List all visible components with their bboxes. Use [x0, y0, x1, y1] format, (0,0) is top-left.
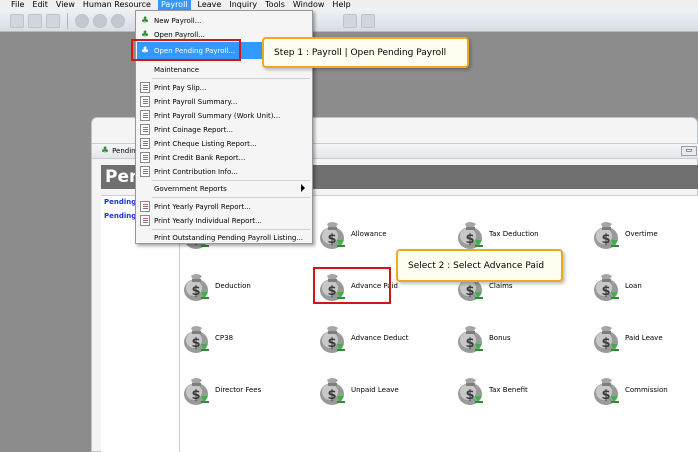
svg-text:$: $	[465, 284, 474, 299]
money-bag-icon: $	[180, 322, 212, 354]
svg-text:$: $	[327, 336, 336, 351]
print-icon[interactable]	[343, 13, 357, 28]
grid-item-paid-leave[interactable]: $ Paid Leave	[590, 321, 698, 355]
document-icon	[140, 215, 150, 226]
money-bag-icon: $	[454, 322, 486, 354]
copy-icon[interactable]	[28, 13, 42, 28]
money-bag-icon: $	[590, 270, 622, 302]
money-bag-icon: $	[454, 218, 486, 250]
highlight-advance-paid	[313, 267, 391, 304]
money-bag-icon: $	[590, 374, 622, 406]
svg-text:$: $	[465, 388, 474, 403]
submenu-arrow-icon	[301, 184, 305, 192]
menu-human-resource[interactable]: Human Resource	[82, 0, 152, 10]
money-bag-icon: $	[180, 270, 212, 302]
toolbar	[0, 10, 698, 32]
money-bag-icon: $	[316, 218, 348, 250]
svg-text:$: $	[601, 232, 610, 247]
grid-item-bonus[interactable]: $ Bonus	[454, 321, 584, 355]
grid-item-commission[interactable]: $ Commission	[590, 373, 698, 407]
grid-item-tax-deduction[interactable]: $ Tax Deduction	[454, 217, 584, 251]
document-icon	[140, 166, 150, 177]
money-bag-icon: $	[454, 374, 486, 406]
grid-item-director-fees[interactable]: $ Director Fees	[180, 373, 310, 407]
menu-file[interactable]: File	[10, 0, 25, 10]
callout-step-2: Select 2 : Select Advance Paid	[396, 249, 563, 282]
menu-leave[interactable]: Leave	[197, 0, 223, 10]
grid-item-advance-deduct[interactable]: $ Advance Deduct	[316, 321, 446, 355]
menu-window[interactable]: Window	[292, 0, 326, 10]
menu-inquiry[interactable]: Inquiry	[228, 0, 258, 10]
new-payroll-icon: ♣	[140, 15, 150, 26]
document-icon	[140, 201, 150, 212]
grid-item-overtime[interactable]: $ Overtime	[590, 217, 698, 251]
window-app-icon: ♣	[101, 146, 110, 156]
svg-text:$: $	[191, 388, 200, 403]
menu-item-print-outstanding-pending-payroll-listing[interactable]: Print Outstanding Pending Payroll Listin…	[137, 229, 311, 246]
svg-text:$: $	[601, 284, 610, 299]
document-icon	[140, 96, 150, 107]
callout-step-1: Step 1 : Payroll | Open Pending Payroll	[262, 37, 469, 68]
svg-text:$: $	[601, 336, 610, 351]
window-minimize-button[interactable]: ▭	[681, 146, 697, 156]
svg-text:$: $	[327, 388, 336, 403]
svg-text:$: $	[327, 232, 336, 247]
paste-icon[interactable]	[46, 13, 60, 28]
menu-edit[interactable]: Edit	[31, 0, 49, 10]
money-bag-icon: $	[316, 322, 348, 354]
cut-icon[interactable]	[10, 13, 24, 28]
grid-item-allowance[interactable]: $ Allowance	[316, 217, 446, 251]
document-icon	[140, 152, 150, 163]
menu-view[interactable]: View	[55, 0, 76, 10]
previous-record-icon[interactable]	[93, 13, 107, 28]
grid-item-deduction[interactable]: $ Deduction	[180, 269, 310, 303]
svg-text:$: $	[191, 336, 200, 351]
toolbar-separator	[67, 12, 68, 29]
svg-text:$: $	[465, 232, 474, 247]
grid-item-unpaid-leave[interactable]: $ Unpaid Leave	[316, 373, 446, 407]
grid-item-tax-benefit[interactable]: $ Tax Benefit	[454, 373, 584, 407]
money-bag-icon: $	[180, 374, 212, 406]
next-record-icon[interactable]	[111, 13, 125, 28]
menu-item-print-yearly-individual-report[interactable]: Print Yearly Individual Report...	[137, 212, 311, 229]
svg-text:$: $	[191, 284, 200, 299]
money-bag-icon: $	[590, 322, 622, 354]
menu-payroll[interactable]: Payroll	[157, 0, 191, 10]
document-icon	[140, 82, 150, 93]
money-bag-icon: $	[316, 374, 348, 406]
menu-item-government-reports[interactable]: Government Reports	[137, 180, 311, 197]
document-icon	[140, 124, 150, 135]
menu-bar: File Edit View Human Resource Payroll Le…	[0, 0, 698, 10]
money-bag-icon: $	[590, 218, 622, 250]
grid-item-loan[interactable]: $ Loan	[590, 269, 698, 303]
svg-text:$: $	[601, 388, 610, 403]
first-record-icon[interactable]	[75, 13, 89, 28]
document-icon	[140, 138, 150, 149]
preview-icon[interactable]	[361, 13, 375, 28]
highlight-open-pending-payroll	[131, 39, 241, 61]
document-icon	[140, 110, 150, 121]
svg-text:$: $	[465, 336, 474, 351]
menu-tools[interactable]: Tools	[264, 0, 286, 10]
grid-item-cp38[interactable]: $ CP38	[180, 321, 310, 355]
menu-item-print-contribution-info[interactable]: Print Contribution Info...	[137, 163, 311, 180]
menu-help[interactable]: Help	[331, 0, 351, 10]
